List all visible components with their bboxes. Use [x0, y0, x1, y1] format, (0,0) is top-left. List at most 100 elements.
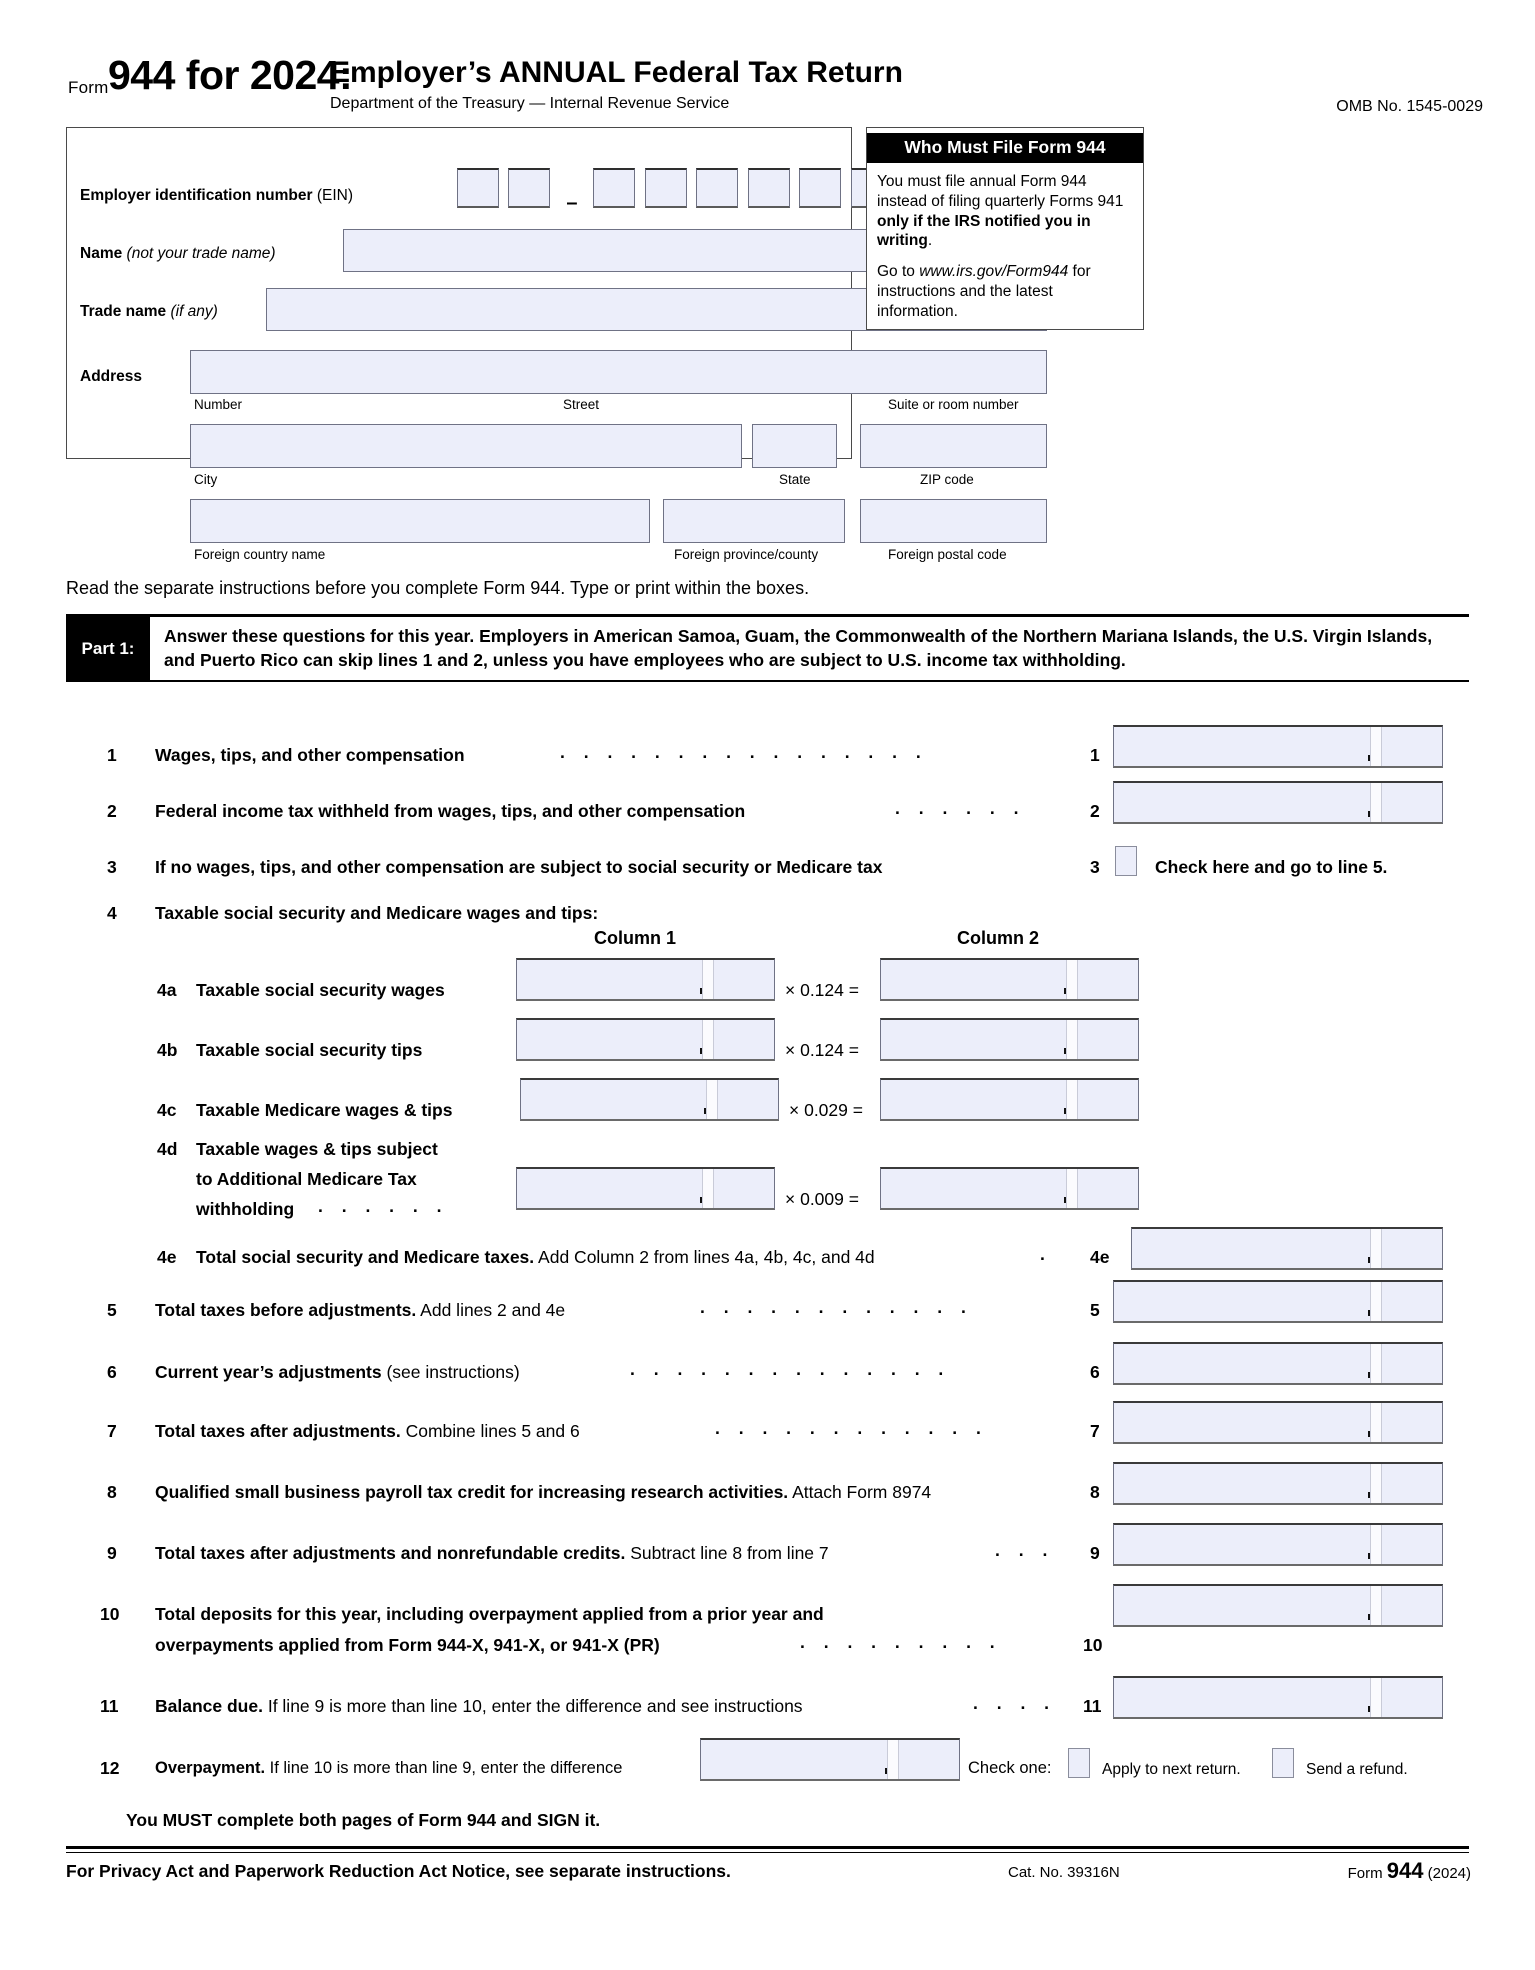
line-4d-number: 4d [157, 1139, 178, 1159]
sublabel-foreign-province: Foreign province/county [674, 547, 819, 562]
line-12-number: 12 [100, 1758, 120, 1778]
line-4c-column2-input[interactable] [880, 1078, 1139, 1121]
footer-form-identifier: Form 944 (2024) [1347, 1858, 1471, 1883]
read-instructions-text: Read the separate instructions before yo… [66, 578, 810, 598]
line-4d-column2-input[interactable] [880, 1167, 1139, 1210]
who-must-file-title: Who Must File Form 944 [867, 133, 1143, 163]
sublabel-zip: ZIP code [920, 472, 974, 487]
part1-tab-label: Part 1: [66, 617, 150, 681]
line-2-box-number: 2 [1090, 801, 1100, 821]
line-10-label-line1: Total deposits for this year, including … [155, 1604, 824, 1624]
footer-rule-bottom [66, 1852, 1469, 1853]
line-3-checkbox[interactable] [1115, 846, 1137, 876]
line-4a-label: Taxable social security wages [196, 980, 445, 1000]
line-2-amount-input[interactable] [1113, 781, 1443, 824]
who-must-file-para-1: You must file annual Form 944 instead of… [877, 173, 1124, 250]
zip-input[interactable] [860, 424, 1047, 468]
foreign-postal-input[interactable] [860, 499, 1047, 543]
city-input[interactable] [190, 424, 742, 468]
sublabel-state: State [779, 472, 811, 487]
who-must-file-para-2: Go to www.irs.gov/Form944 for instructio… [877, 263, 1091, 320]
irs-form944-url: www.irs.gov/Form944 [919, 263, 1069, 281]
line-4b-rate: × 0.124 = [785, 1040, 859, 1060]
line-4d-column1-input[interactable] [516, 1167, 775, 1210]
line-1-label: Wages, tips, and other compensation [155, 745, 465, 765]
line-12-amount-input[interactable] [700, 1738, 960, 1781]
form-word-label: Form [68, 78, 109, 97]
line-12-apply-next-return-checkbox[interactable] [1068, 1748, 1090, 1778]
footer-rule-top [66, 1846, 1469, 1849]
foreign-province-input[interactable] [663, 499, 845, 543]
ein-digit-3[interactable] [593, 168, 636, 208]
form-number-year: 944 for 2024: [108, 52, 353, 98]
line-5-box-number: 5 [1090, 1300, 1100, 1320]
line-4e-amount-input[interactable] [1131, 1227, 1443, 1270]
line-4a-column2-input[interactable] [880, 958, 1139, 1001]
trade-name-label: Trade name (if any) [80, 303, 218, 320]
line-7-number: 7 [107, 1421, 117, 1441]
line-4b-number: 4b [157, 1040, 178, 1060]
line-4b-column2-input[interactable] [880, 1018, 1139, 1061]
line-8-amount-input[interactable] [1113, 1462, 1443, 1505]
line-5-label: Total taxes before adjustments. Add line… [155, 1300, 566, 1320]
line-4b-column1-input[interactable] [516, 1018, 775, 1061]
line-6-amount-input[interactable] [1113, 1342, 1443, 1385]
line-4c-column1-input[interactable] [520, 1078, 779, 1121]
ein-digit-5[interactable] [696, 168, 739, 208]
line-7-label: Total taxes after adjustments. Combine l… [155, 1421, 580, 1441]
line-1-amount-input[interactable] [1113, 725, 1443, 768]
form-944-page: Form 944 for 2024: Employer’s ANNUAL Fed… [0, 0, 1535, 1970]
address-street-input[interactable] [190, 350, 1047, 394]
ein-digit-7[interactable] [799, 168, 842, 208]
line-3-check-text: Check here and go to line 5. [1155, 857, 1388, 877]
line-10-number: 10 [100, 1604, 120, 1624]
line-9-leader: . . . [995, 1540, 1055, 1560]
line-12-check-one-label: Check one: [968, 1759, 1052, 1777]
who-must-file-box: Who Must File Form 944 You must file ann… [866, 127, 1144, 330]
line-7-amount-input[interactable] [1113, 1401, 1443, 1444]
line-8-label: Qualified small business payroll tax cre… [155, 1482, 932, 1502]
line-10-amount-input[interactable] [1113, 1584, 1443, 1627]
line-12-label: Overpayment. If line 10 is more than lin… [155, 1759, 623, 1777]
line-9-label: Total taxes after adjustments and nonref… [155, 1543, 829, 1563]
ein-digit-2[interactable] [508, 168, 551, 208]
line-12-option-1-label: Apply to next return. [1102, 1761, 1241, 1778]
privacy-act-notice: For Privacy Act and Paperwork Reduction … [66, 1861, 731, 1881]
line-4e-box-number: 4e [1090, 1247, 1110, 1267]
line-9-number: 9 [107, 1543, 117, 1563]
line-11-amount-input[interactable] [1113, 1676, 1443, 1719]
ein-digit-4[interactable] [644, 168, 687, 208]
line-12-send-refund-checkbox[interactable] [1272, 1748, 1294, 1778]
line-11-box-number: 11 [1083, 1696, 1102, 1716]
line-1-leader: . . . . . . . . . . . . . . . . [560, 742, 928, 762]
line-4-label: Taxable social security and Medicare wag… [155, 903, 599, 923]
agency-subtitle: Department of the Treasury — Internal Re… [330, 95, 730, 112]
line-4c-rate: × 0.029 = [789, 1100, 863, 1120]
line-4e-label: Total social security and Medicare taxes… [196, 1247, 875, 1267]
line-4d-label-line2: to Additional Medicare Tax [196, 1169, 417, 1189]
page-title: Employer’s ANNUAL Federal Tax Return [330, 56, 903, 89]
line-4e-number: 4e [157, 1247, 177, 1267]
line-6-label: Current year’s adjustments (see instruct… [155, 1362, 520, 1382]
line-9-amount-input[interactable] [1113, 1523, 1443, 1566]
name-label: Name (not your trade name) [80, 245, 276, 262]
line-6-leader: . . . . . . . . . . . . . . [630, 1359, 951, 1379]
line-3-number: 3 [107, 857, 117, 877]
ein-digit-1[interactable] [457, 168, 499, 208]
sublabel-suite: Suite or room number [888, 397, 1019, 412]
line-1-box-number: 1 [1090, 745, 1100, 765]
line-11-label: Balance due. If line 9 is more than line… [155, 1696, 803, 1716]
part1-header: Part 1: Answer these questions for this … [66, 614, 1469, 683]
line-3-label: If no wages, tips, and other compensatio… [155, 857, 883, 877]
ein-digit-6[interactable] [747, 168, 790, 208]
must-complete-notice: You MUST complete both pages of Form 944… [126, 1810, 601, 1830]
line-6-box-number: 6 [1090, 1362, 1100, 1382]
line-10-label-line2: overpayments applied from Form 944-X, 94… [155, 1635, 660, 1655]
line-4d-label-line1: Taxable wages & tips subject [196, 1139, 438, 1159]
line-10-box-number: 10 [1083, 1635, 1103, 1655]
line-5-amount-input[interactable] [1113, 1280, 1443, 1323]
foreign-country-input[interactable] [190, 499, 650, 543]
line-9-box-number: 9 [1090, 1543, 1100, 1563]
state-input[interactable] [752, 424, 837, 468]
line-4a-column1-input[interactable] [516, 958, 775, 1001]
